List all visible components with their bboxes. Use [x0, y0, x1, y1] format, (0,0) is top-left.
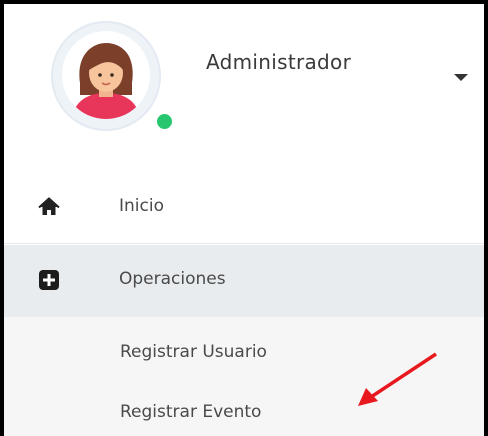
user-avatar-icon [72, 43, 140, 119]
home-icon [38, 196, 60, 218]
chevron-down-icon[interactable] [454, 74, 468, 81]
online-status-dot [155, 112, 174, 131]
sidebar-item-label: Operaciones [119, 269, 226, 289]
submenu-item-registrar-evento[interactable]: Registrar Evento [120, 402, 261, 422]
username[interactable]: Administrador [206, 50, 351, 74]
avatar[interactable] [62, 31, 150, 119]
user-panel: Administrador [4, 4, 484, 172]
sidebar-panel: Administrador Inicio Operaciones Registr… [0, 0, 488, 436]
sidebar-item-label: Inicio [119, 196, 164, 216]
plus-square-icon [38, 269, 60, 291]
submenu-item-registrar-usuario[interactable]: Registrar Usuario [120, 342, 267, 362]
sidebar-item-inicio[interactable]: Inicio [4, 172, 484, 244]
submenu-operaciones: Registrar Usuario Registrar Evento [4, 317, 484, 436]
sidebar-item-operaciones[interactable]: Operaciones [4, 245, 484, 317]
